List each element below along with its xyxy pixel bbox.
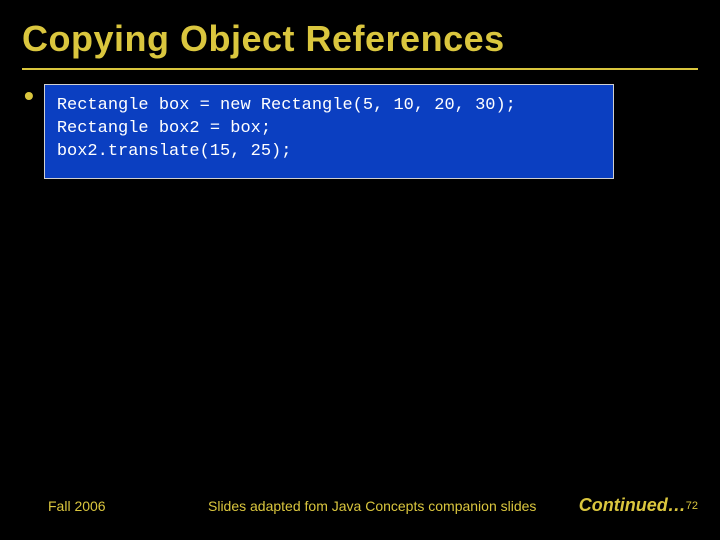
page-number: 72 bbox=[686, 500, 698, 512]
bullet-row: • Rectangle box = new Rectangle(5, 10, 2… bbox=[22, 84, 698, 179]
footer-term: Fall 2006 bbox=[48, 498, 208, 514]
bullet-icon: • bbox=[24, 86, 34, 106]
code-text: Rectangle box = new Rectangle(5, 10, 20,… bbox=[57, 95, 601, 164]
slide-footer: Fall 2006 Slides adapted fom Java Concep… bbox=[0, 495, 720, 516]
footer-continued: Continued…72 bbox=[579, 495, 698, 516]
continued-label: Continued… bbox=[579, 495, 686, 515]
footer-attribution: Slides adapted fom Java Concepts compani… bbox=[208, 498, 579, 514]
slide-container: Copying Object References • Rectangle bo… bbox=[0, 0, 720, 540]
slide-title: Copying Object References bbox=[22, 18, 698, 60]
code-block: Rectangle box = new Rectangle(5, 10, 20,… bbox=[44, 84, 614, 179]
title-underline bbox=[22, 68, 698, 70]
